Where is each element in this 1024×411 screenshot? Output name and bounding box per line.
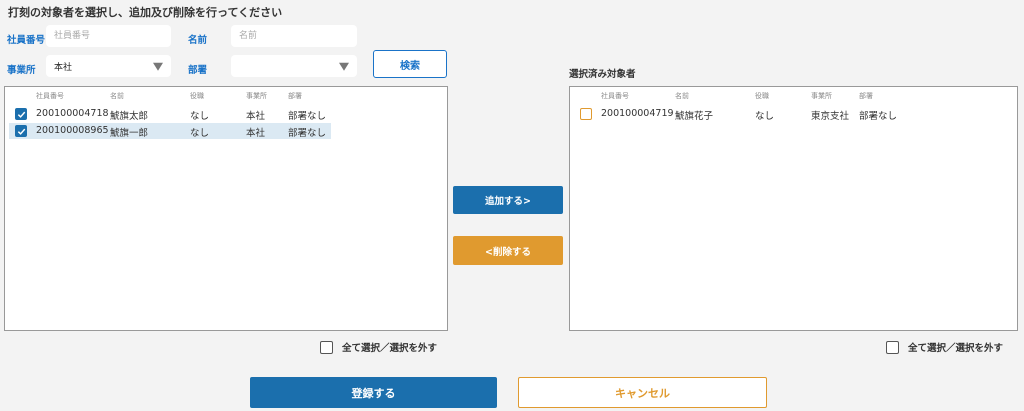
select-all-checkbox[interactable] [886,340,899,354]
col-header-name: 名前 [675,92,689,100]
cell-position: なし [190,128,210,139]
cell-dept: 部署なし [859,111,898,122]
col-header-emp-no: 社員番号 [601,92,629,100]
selected-list-title: 選択済み対象者 [569,69,636,80]
cell-dept: 部署なし [288,128,327,139]
col-header-emp-no: 社員番号 [36,92,64,100]
office-select[interactable]: 本社 [46,55,171,77]
col-header-position: 役職 [755,92,769,100]
row-checkbox[interactable] [15,125,27,137]
col-header-name: 名前 [110,92,124,100]
cell-dept: 部署なし [288,111,327,122]
employee-list-panel[interactable]: 社員番号 名前 役職 事業所 部署 200100004718 鯱旗太郎 なし 本… [4,86,448,331]
selected-list-panel[interactable]: 社員番号 名前 役職 事業所 部署 200100004719 鯱旗花子 なし 東… [569,86,1018,331]
col-header-dept: 部署 [859,92,873,100]
col-header-office: 事業所 [246,92,267,100]
col-header-office: 事業所 [811,92,832,100]
emp-no-label: 社員番号 [7,35,46,46]
cell-position: なし [190,111,210,122]
add-button[interactable]: 追加する> [453,186,563,214]
emp-no-input[interactable] [46,25,171,47]
page-title: 打刻の対象者を選択し、追加及び削除を行ってください [8,6,283,19]
select-all-label: 全て選択／選択を外す [908,343,1004,354]
table-row[interactable]: 200100004719 鯱旗花子 なし 東京支社 部署なし [574,106,904,122]
name-label: 名前 [188,35,208,46]
dept-label: 部署 [188,65,208,76]
table-row[interactable]: 200100004718 鯱旗太郎 なし 本社 部署なし [9,106,331,122]
cell-office: 東京支社 [811,111,850,122]
cell-office: 本社 [246,111,266,122]
select-all-label: 全て選択／選択を外す [342,343,438,354]
col-header-dept: 部署 [288,92,302,100]
name-input[interactable] [231,25,357,47]
office-select-value: 本社 [54,62,73,73]
dept-select[interactable] [231,55,357,77]
check-icon [17,128,25,135]
table-row[interactable]: 200100008965 鯱旗一郎 なし 本社 部署なし [9,123,331,139]
row-checkbox[interactable] [15,108,27,120]
select-all-left[interactable]: 全て選択／選択を外す [320,340,437,354]
check-icon [17,111,25,118]
cancel-button[interactable]: キャンセル [518,377,767,408]
select-all-checkbox[interactable] [320,340,333,354]
cell-name: 鯱旗花子 [675,111,714,122]
cell-name: 鯱旗太郎 [110,111,149,122]
select-all-right[interactable]: 全て選択／選択を外す [886,340,1003,354]
chevron-down-icon [153,62,163,71]
register-button[interactable]: 登録する [250,377,497,408]
row-checkbox[interactable] [580,108,592,120]
cell-emp-no: 200100008965 [36,125,109,136]
cell-emp-no: 200100004718 [36,108,109,119]
cell-position: なし [755,111,775,122]
chevron-down-icon [339,62,349,71]
remove-button[interactable]: <削除する [453,236,563,265]
col-header-position: 役職 [190,92,204,100]
cell-emp-no: 200100004719 [601,108,674,119]
cell-name: 鯱旗一郎 [110,128,149,139]
office-label: 事業所 [7,65,36,76]
search-button[interactable]: 検索 [373,50,447,78]
cell-office: 本社 [246,128,266,139]
